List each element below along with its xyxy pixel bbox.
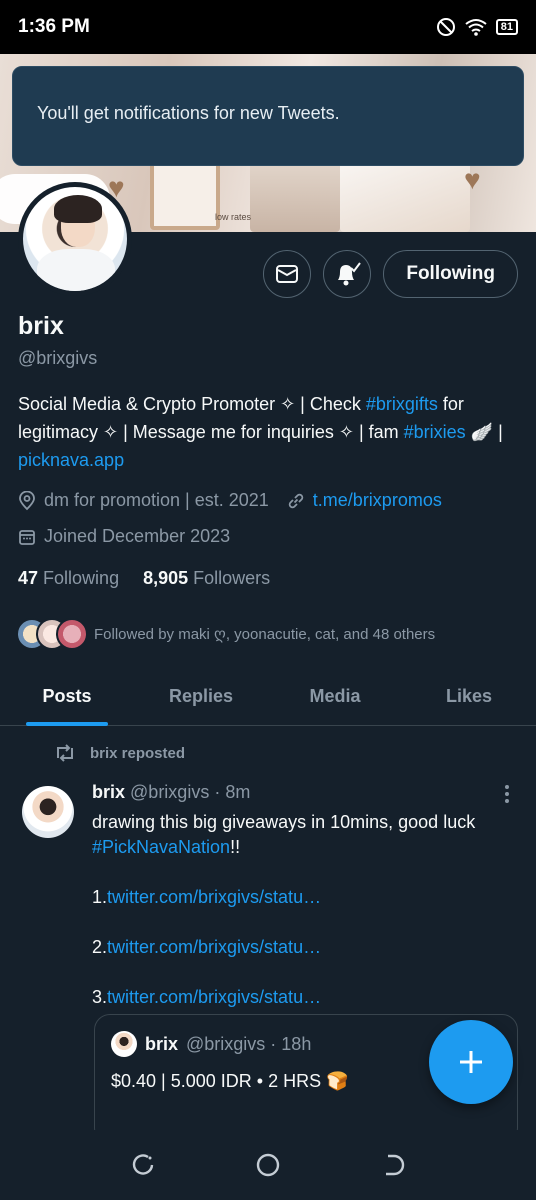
profile-avatar[interactable] [18, 182, 132, 296]
followers-count-link[interactable]: 8,905 Followers [143, 568, 270, 589]
profile-bio: Social Media & Crypto Promoter ✧ | Check… [18, 390, 518, 474]
following-button[interactable]: Following [383, 250, 518, 298]
tab-posts[interactable]: Posts [0, 668, 134, 726]
followed-by[interactable]: Followed by maki ღ, yoonacutie, cat, and… [16, 618, 435, 650]
avatar-image [23, 187, 127, 291]
repost-label: brix reposted [90, 744, 186, 762]
profile-counts: 47 Following 8,905 Followers [18, 568, 270, 589]
tweet-avatar[interactable] [22, 786, 74, 838]
tab-media[interactable]: Media [268, 668, 402, 725]
tweet-link[interactable]: twitter.com/brixgivs/statu… [107, 887, 321, 907]
nav-back-icon[interactable] [380, 1152, 406, 1178]
tweet-link-prefix: 3. [92, 987, 108, 1007]
profile-tabs: Posts Replies Media Likes [0, 668, 536, 726]
tweet-header: brix @brixgivs · 8m [92, 782, 250, 803]
plus-icon [460, 1051, 482, 1073]
banner-photo [150, 160, 220, 230]
bio-website-link[interactable]: picknava.app [18, 450, 124, 470]
tweet-more-button[interactable] [504, 784, 510, 809]
tab-replies[interactable]: Replies [134, 668, 268, 725]
wifi-icon [465, 19, 487, 36]
quoted-tweet-author: brix [145, 1033, 179, 1054]
calendar-icon [19, 529, 35, 545]
mail-icon [276, 265, 299, 283]
repost-icon [57, 744, 73, 762]
no-disturb-icon [436, 18, 455, 36]
avatar-shirt [37, 249, 115, 291]
profile-website[interactable]: t.me/brixpromos [313, 490, 442, 511]
bio-text: 🪽 | [465, 422, 503, 442]
following-label: Following [43, 568, 120, 588]
location-icon [19, 490, 35, 510]
notifications-button[interactable] [323, 250, 372, 298]
profile-joined: Joined December 2023 [44, 526, 231, 546]
nav-recent-icon[interactable] [130, 1152, 156, 1178]
tweet-link-line: 2.twitter.com/brixgivs/statu… [92, 935, 512, 960]
bio-hashtag-link[interactable]: #brixies [404, 422, 466, 442]
compose-button[interactable] [429, 1020, 513, 1104]
tweet-hashtag-line: #PickNavaNation!! [92, 835, 512, 860]
tweet-link-line: 1.twitter.com/brixgivs/statu… [92, 885, 512, 910]
profile-location: dm for promotion | est. 2021 [44, 490, 269, 510]
status-icons: 81 [436, 17, 518, 37]
tweet-text: drawing this big giveaways in 10mins, go… [92, 812, 476, 832]
tweet-link-prefix: 2. [92, 937, 108, 957]
more-icon [505, 785, 509, 803]
bio-text: Social Media & Crypto Promoter ✧ | Check [18, 394, 366, 414]
profile-actions: Following [263, 250, 518, 298]
tweet-hashtag[interactable]: #PickNavaNation [92, 837, 230, 857]
link-icon [288, 493, 304, 508]
banner-heart: ♥ [464, 164, 481, 195]
followed-by-text: Followed by maki ღ, yoonacutie, cat, and… [94, 626, 436, 643]
nav-home-icon[interactable] [255, 1152, 281, 1178]
tweet-author[interactable]: brix [92, 782, 125, 802]
profile-name: brix [18, 312, 64, 340]
bio-hashtag-link[interactable]: #brixgifts [366, 394, 438, 414]
profile-joined-row: Joined December 2023 [18, 526, 230, 547]
followers-count: 8,905 [143, 568, 189, 588]
tweet-link-line: 3.twitter.com/brixgivs/statu… [92, 985, 512, 1010]
avatar-hair [54, 195, 102, 223]
tweet-link[interactable]: twitter.com/brixgivs/statu… [107, 987, 321, 1007]
banner-caption: low rates [215, 212, 252, 222]
quoted-tweet-handle-time: @brixgivs · 18h [186, 1033, 312, 1054]
following-count: 47 [18, 568, 39, 588]
tweet-hashtag-suffix: !! [230, 837, 241, 857]
repost-indicator: brix reposted [54, 744, 185, 762]
quoted-tweet-avatar [111, 1031, 137, 1057]
followers-label: Followers [193, 568, 271, 588]
bell-check-icon [338, 262, 362, 286]
status-time: 1:36 PM [18, 16, 90, 37]
profile-meta-row: dm for promotion | est. 2021 t.me/brixpr… [18, 490, 442, 511]
notification-toast: You'll get notifications for new Tweets. [12, 66, 524, 166]
tab-likes[interactable]: Likes [402, 668, 536, 725]
message-button[interactable] [263, 250, 312, 298]
battery-icon: 81 [495, 19, 518, 35]
system-nav-bar [0, 1130, 536, 1200]
tweet-link-prefix: 1. [92, 887, 108, 907]
follower-avatar [56, 618, 88, 650]
tweet-handle-time: @brixgivs · 8m [130, 782, 251, 802]
toast-text: You'll get notifications for new Tweets. [37, 103, 340, 123]
status-bar: 1:36 PM 81 [0, 0, 536, 54]
tweet-body: drawing this big giveaways in 10mins, go… [92, 810, 512, 1010]
profile-handle: @brixgivs [18, 348, 98, 368]
tweet-link[interactable]: twitter.com/brixgivs/statu… [107, 937, 321, 957]
following-count-link[interactable]: 47 Following [18, 568, 119, 589]
